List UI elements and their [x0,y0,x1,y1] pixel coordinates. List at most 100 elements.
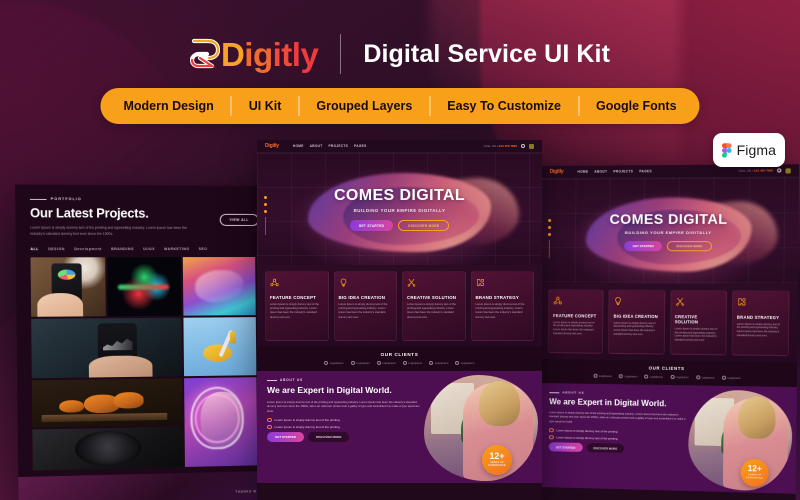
nav-item-pages[interactable]: PAGES [354,144,366,148]
search-icon[interactable] [777,168,782,173]
badge-easy-to-customize[interactable]: Easy To Customize [430,88,578,124]
hero-get-started-button[interactable]: GET STARTED [349,220,394,231]
client-logo-label: Logoipsum [460,361,475,365]
nav-item-projects[interactable]: PROJECTS [329,144,349,148]
client-logo[interactable]: Logoipsum [403,361,422,365]
feature-card-brand-strategy[interactable]: BRAND STRATEGY Lorem Ipsum is simply dum… [470,271,534,341]
badge-google-fonts[interactable]: Google Fonts [579,88,694,124]
badge-ui-kit[interactable]: UI Kit [232,88,299,124]
social-dot-icon[interactable] [548,225,552,229]
social-dot-icon[interactable] [548,218,552,222]
hero-get-started-button[interactable]: GET STARTED [624,241,663,252]
portfolio-tab-marketing[interactable]: MARKETING [164,247,189,251]
about-eyebrow: ABOUT US [549,390,687,396]
check-circle-icon [548,427,554,433]
header-divider [340,34,342,74]
badge-modern-design[interactable]: Modern Design [106,88,230,124]
about-get-started-button[interactable]: GET STARTED [548,442,583,453]
figma-badge[interactable]: Figma [713,133,785,167]
client-mark-icon [721,375,727,380]
client-logo[interactable]: Logoipsum [429,361,448,365]
social-dot-icon[interactable] [547,232,552,236]
portfolio-item-3d-weight[interactable] [183,317,257,377]
portfolio-tab-design[interactable]: DESIGN [48,247,65,251]
homepage-mockup-right[interactable]: Digitly HOME ABOUT PROJECTS PAGES CALL U… [538,164,800,500]
social-dot-icon[interactable] [264,209,267,213]
feature-card-big-idea-creation[interactable]: BIG IDEA CREATION Lorem Ipsum is simply … [333,271,397,341]
portfolio-tab-seo[interactable]: SEO [199,247,208,251]
feature-card-body: Lorem Ipsum is simply dummy text of the … [475,303,525,319]
portfolio-item-abstract-gradient[interactable] [182,257,256,316]
client-mark-icon [644,374,649,379]
portfolio-item-neon-light-portrait[interactable] [184,377,258,468]
social-dot-icon[interactable] [264,202,267,206]
client-logo[interactable]: Logoipsum [324,361,344,365]
footer-wave [18,471,272,500]
feature-card-brand-strategy[interactable]: BRAND STRATEGY Lorem Ipsum is simply dum… [731,290,790,357]
nav-item-about[interactable]: ABOUT [594,170,607,174]
feature-card-creative-solution[interactable]: CREATIVE SOLUTION Lorem Ipsum is simply … [402,271,466,341]
client-logo[interactable]: Logoipsum [350,361,370,365]
nav-item-about[interactable]: ABOUT [310,144,323,148]
hero-social-rail [264,195,267,235]
about-title: We are Expert in Digital World. [549,397,667,409]
client-logo[interactable]: Logoipsum [644,374,663,379]
portfolio-item-stock-chart[interactable] [31,317,183,379]
client-logo[interactable]: Logoipsum [695,375,715,380]
hero-cta-group: GET STARTED DISCOVER MORE [624,241,712,252]
portfolio-subtitle: Lorem Ipsum is simply dummy text of the … [30,225,187,237]
nav-item-home[interactable]: HOME [293,144,304,148]
brand-letter-it: it [272,35,293,73]
client-logo[interactable]: Logoipsum [670,374,689,380]
client-logo[interactable]: Logoipsum [618,374,637,379]
portfolio-view-all-button[interactable]: VIEW ALL [219,213,259,226]
about-discover-more-button[interactable]: DISCOVER MORE [307,432,350,443]
nav-item-pages[interactable]: PAGES [639,169,652,173]
portfolio-tab-development[interactable]: Development [74,247,102,251]
hamburger-icon[interactable] [785,167,791,173]
portfolio-item-wheel[interactable] [32,426,183,471]
about-discover-more-button[interactable]: DISCOVER MORE [586,443,625,454]
mockup-logo[interactable]: Digitly [550,169,564,175]
client-logo[interactable]: Logoipsum [455,361,475,365]
portfolio-tab-uiux[interactable]: UI/UX [143,247,155,251]
client-logo[interactable]: Logoipsum [721,375,741,380]
search-icon[interactable] [521,144,525,148]
client-logo-row: Logoipsum Logoipsum Logoipsum Logoipsum … [324,361,475,365]
portfolio-mockup[interactable]: PORTFOLIO Our Latest Projects. Lorem Ips… [15,184,272,500]
clients-section: OUR CLIENTS Logoipsum Logoipsum Logoipsu… [257,347,542,371]
mockup-navbar: Digitly HOME ABOUT PROJECTS PAGES CALL U… [257,140,542,153]
nav-phone-number[interactable]: +123 456 7890 [752,168,773,172]
mockup-logo[interactable]: Digitly [265,143,279,149]
portfolio-tab-branding[interactable]: BRANDING [111,247,134,251]
about-bullet-label: Lorem Ipsum is simply dummy text of the … [556,428,619,434]
hero-discover-more-button[interactable]: DISCOVER MORE [667,241,712,252]
portfolio-item-phone-analytics[interactable] [30,257,106,318]
brand-letter-ly: ly [291,35,319,73]
social-dot-icon[interactable] [264,195,267,199]
client-logo[interactable]: Logoipsum [593,373,612,378]
client-mark-icon [670,374,675,380]
pumpkin-graphic [113,392,144,409]
feature-card-creative-solution[interactable]: CREATIVE SOLUTION Lorem Ipsum is simply … [669,289,727,356]
portfolio-item-pumpkins[interactable] [31,378,183,428]
feature-card-title: BRAND STRATEGY [736,314,780,321]
badge-grouped-layers[interactable]: Grouped Layers [299,88,429,124]
nav-item-home[interactable]: HOME [577,170,588,174]
portfolio-tab-all[interactable]: ALL [30,247,38,251]
feature-card-big-idea-creation[interactable]: BIG IDEA CREATION Lorem Ipsum is simply … [608,289,665,355]
nav-item-projects[interactable]: PROJECTS [613,169,633,173]
about-get-started-button[interactable]: GET STARTED [267,432,304,443]
client-logo[interactable]: Logoipsum [376,361,396,365]
hamburger-icon[interactable] [529,143,534,149]
portfolio-item-neon-portrait[interactable] [107,257,182,317]
nav-phone-number[interactable]: +123 456 7890 [497,144,517,148]
eyebrow-dash [549,391,560,393]
check-circle-icon [548,434,554,440]
weight-plate-graphic [202,344,232,363]
hero-discover-more-button[interactable]: DISCOVER MORE [398,220,450,231]
feature-card-feature-concept[interactable]: FEATURE CONCEPT Lorem Ipsum is simply du… [265,271,329,341]
feature-card-feature-concept[interactable]: FEATURE CONCEPT Lorem Ipsum is simply du… [547,289,604,354]
client-mark-icon [429,361,434,365]
homepage-mockup-center[interactable]: Digitly HOME ABOUT PROJECTS PAGES CALL U… [257,140,542,500]
